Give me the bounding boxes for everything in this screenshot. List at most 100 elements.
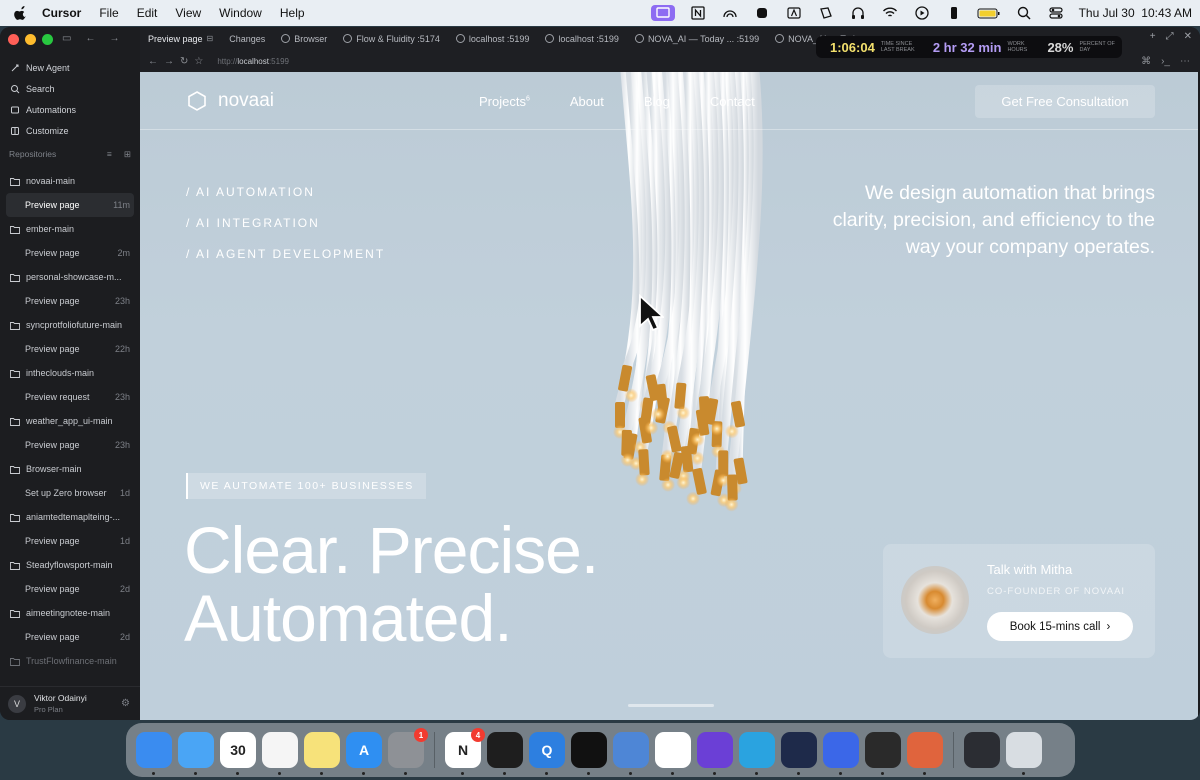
- repo-item[interactable]: personal-showcase-m...: [0, 265, 140, 289]
- repo-page-item[interactable]: Preview page 23h: [0, 433, 140, 457]
- repo-page-item[interactable]: Preview page 23h: [0, 289, 140, 313]
- control-center-icon[interactable]: [1047, 5, 1065, 21]
- dock-obsidian-icon[interactable]: [697, 732, 733, 775]
- sidebar-item-search[interactable]: Search: [0, 78, 140, 99]
- forward-icon[interactable]: →: [164, 56, 174, 67]
- vpn-icon[interactable]: [753, 5, 771, 21]
- site-logo[interactable]: novaai: [186, 90, 274, 112]
- forward-icon[interactable]: →: [109, 33, 119, 44]
- repo-item[interactable]: weather_app_ui-main: [0, 409, 140, 433]
- menu-window[interactable]: Window: [219, 6, 262, 20]
- battery-icon[interactable]: [977, 5, 1001, 21]
- repo-page-item[interactable]: Preview request 23h: [0, 385, 140, 409]
- menu-edit[interactable]: Edit: [137, 6, 158, 20]
- nav-link-contact[interactable]: Contact: [710, 94, 755, 109]
- browser-tab[interactable]: NOVA_AI — Today ... :5199: [627, 34, 767, 44]
- dock-notion-icon[interactable]: N4: [445, 728, 485, 775]
- dock-nordvpn-icon[interactable]: [823, 732, 859, 775]
- dock-finder-alt-icon[interactable]: [613, 732, 649, 775]
- search-icon[interactable]: [1015, 5, 1033, 21]
- back-icon[interactable]: ←: [85, 33, 95, 44]
- more-icon[interactable]: ⋯: [1180, 56, 1190, 67]
- headphones-icon[interactable]: [849, 5, 867, 21]
- sidebar-item-new-agent[interactable]: New Agent: [0, 57, 140, 78]
- minimize-window-button[interactable]: [25, 34, 36, 45]
- dock-finder-icon[interactable]: [136, 732, 172, 775]
- reload-icon[interactable]: ↻: [180, 56, 188, 67]
- dock-calendar-icon[interactable]: 30: [220, 732, 256, 775]
- time-tracker-widget[interactable]: 1:06:04 TIME SINCE LAST BREAK 2 hr 32 mi…: [816, 36, 1122, 58]
- zoom-window-button[interactable]: [42, 34, 53, 45]
- repo-page-item[interactable]: Set up Zero browser 1d: [0, 481, 140, 505]
- browser-tab[interactable]: Flow & Fluidity :5174: [335, 34, 448, 44]
- menubar-clock[interactable]: Thu Jul 30 10:43 AM: [1079, 6, 1192, 20]
- menu-view[interactable]: View: [175, 6, 201, 20]
- rainbow-icon[interactable]: [721, 5, 739, 21]
- repo-item[interactable]: ember-main: [0, 217, 140, 241]
- wifi-icon[interactable]: [881, 5, 899, 21]
- close-panel-icon[interactable]: ✕: [1184, 31, 1192, 42]
- filter-icon[interactable]: ≡: [107, 149, 112, 160]
- repo-item[interactable]: aimeetingnotee-main: [0, 601, 140, 625]
- apple-menu-icon[interactable]: [14, 6, 28, 20]
- dock-quicktime-icon[interactable]: Q: [529, 732, 565, 775]
- browser-tab[interactable]: Preview page ⊟: [140, 34, 221, 44]
- repo-item[interactable]: syncprotfoliofuture-main: [0, 313, 140, 337]
- dock-safari-icon[interactable]: [178, 732, 214, 775]
- sidebar-item-customize[interactable]: Customize: [0, 120, 140, 141]
- sidebar-item-automations[interactable]: Automations: [0, 99, 140, 120]
- browser-tab[interactable]: localhost :5199: [537, 34, 627, 44]
- dock-figma-icon[interactable]: [487, 732, 523, 775]
- dock-claude-icon[interactable]: [907, 732, 943, 775]
- dock-trash-icon[interactable]: [1006, 732, 1042, 775]
- dock-system-settings-icon[interactable]: 1: [388, 728, 428, 775]
- dock-cube-app-icon[interactable]: [865, 732, 901, 775]
- book-call-button[interactable]: Book 15-mins call ›: [987, 612, 1133, 641]
- browser-tab[interactable]: localhost :5199: [448, 34, 538, 44]
- nav-link-about[interactable]: About: [570, 94, 604, 109]
- get-consultation-button[interactable]: Get Free Consultation: [975, 85, 1155, 118]
- phone-icon[interactable]: [945, 5, 963, 21]
- expand-icon[interactable]: ⤢: [1166, 31, 1174, 42]
- repo-item[interactable]: Steadyflowsport-main: [0, 553, 140, 577]
- browser-tab[interactable]: Changes: [221, 34, 273, 44]
- repo-item[interactable]: novaai-main: [0, 169, 140, 193]
- dock-minimized-window-icon[interactable]: [964, 732, 1000, 768]
- dock-telegram-icon[interactable]: [739, 732, 775, 775]
- dock-chrome-icon[interactable]: [655, 732, 691, 775]
- nav-link-blog[interactable]: Blog: [644, 94, 670, 109]
- display-icon[interactable]: [650, 5, 675, 21]
- toggle-sidebar-icon[interactable]: ▭: [62, 33, 71, 44]
- add-tab-icon[interactable]: +: [1150, 31, 1156, 42]
- play-icon[interactable]: [913, 5, 931, 21]
- repo-page-item[interactable]: Preview page 1d: [0, 529, 140, 553]
- dock-notes-icon[interactable]: [304, 732, 340, 775]
- repo-page-item[interactable]: Preview page 2m: [0, 241, 140, 265]
- terminal-icon[interactable]: ›_: [1161, 56, 1170, 67]
- text-icon[interactable]: [785, 5, 803, 21]
- dock-reminders-icon[interactable]: [262, 732, 298, 775]
- dock-app-store-icon[interactable]: A: [346, 732, 382, 775]
- close-window-button[interactable]: [8, 34, 19, 45]
- back-icon[interactable]: ←: [148, 56, 158, 67]
- notion-icon[interactable]: [689, 5, 707, 21]
- user-profile[interactable]: V Viktor Odainyi Pro Plan ⚙: [0, 686, 140, 720]
- dock-arc-icon[interactable]: [781, 732, 817, 775]
- link-icon[interactable]: ⌘: [1141, 56, 1151, 67]
- repo-page-item[interactable]: Preview page 2d: [0, 625, 140, 649]
- star-icon[interactable]: ☆: [194, 56, 203, 67]
- repo-item[interactable]: Browser-main: [0, 457, 140, 481]
- screen-icon[interactable]: [817, 5, 835, 21]
- new-folder-icon[interactable]: ⊞: [124, 149, 131, 160]
- repo-page-item[interactable]: Preview page 2d: [0, 577, 140, 601]
- repo-item[interactable]: aniamtedtemaplteing-...: [0, 505, 140, 529]
- browser-tab[interactable]: Browser: [273, 34, 335, 44]
- repo-page-item[interactable]: Preview page 22h: [0, 337, 140, 361]
- menu-file[interactable]: File: [99, 6, 118, 20]
- dock-capcut-icon[interactable]: [571, 732, 607, 775]
- menu-help[interactable]: Help: [280, 6, 305, 20]
- menu-app-name[interactable]: Cursor: [42, 6, 81, 20]
- repo-page-item[interactable]: Preview page 11m: [6, 193, 134, 217]
- gear-icon[interactable]: ⚙: [121, 698, 130, 709]
- nav-link-projects[interactable]: Projects6: [479, 94, 530, 109]
